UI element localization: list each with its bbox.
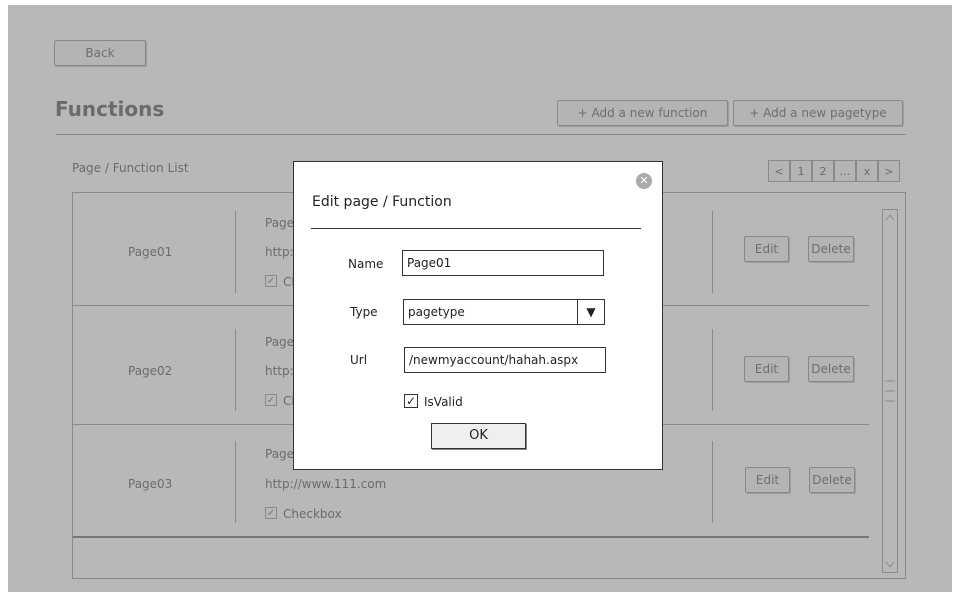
scroll-grip-icon — [885, 380, 895, 402]
row-url-text: http: — [265, 245, 294, 259]
row-page-text: Page — [265, 216, 295, 230]
pagination-prev[interactable]: < — [768, 160, 790, 182]
edit-dialog: ✕ Edit page / Function Name Page01 Type … — [293, 161, 663, 470]
pagination-ellipsis[interactable]: ... — [834, 160, 856, 182]
row-divider — [235, 211, 236, 293]
url-field[interactable]: /newmyaccount/hahah.aspx — [404, 347, 606, 373]
dialog-divider — [311, 228, 641, 229]
type-select-value: pagetype — [408, 305, 465, 319]
name-field[interactable]: Page01 — [402, 250, 604, 276]
ok-button[interactable]: OK — [431, 423, 526, 449]
page-title: Functions — [55, 97, 165, 121]
close-icon[interactable]: ✕ — [636, 173, 652, 189]
row-divider — [235, 329, 236, 411]
list-scrollbar[interactable] — [882, 209, 898, 573]
row-name: Page01 — [128, 245, 173, 259]
list-label: Page / Function List — [72, 161, 189, 175]
add-pagetype-button[interactable]: + Add a new pagetype — [733, 100, 903, 126]
pagination-next[interactable]: > — [878, 160, 900, 182]
edit-button[interactable]: Edit — [744, 356, 789, 382]
delete-button[interactable]: Delete — [808, 356, 854, 382]
row-name: Page03 — [128, 477, 173, 491]
row-url-text: http: — [265, 364, 294, 378]
scroll-down-icon — [885, 561, 895, 568]
name-label: Name — [348, 257, 384, 271]
row-page-text: Page — [265, 335, 295, 349]
pagination-last[interactable]: x — [856, 160, 878, 182]
delete-button[interactable]: Delete — [809, 467, 855, 493]
row-url-text: http://www.111.com — [265, 477, 387, 491]
chevron-down-icon[interactable]: ▼ — [577, 300, 604, 324]
edit-button[interactable]: Edit — [745, 467, 790, 493]
scroll-up-icon — [885, 214, 895, 221]
row-checkbox[interactable]: ✓ — [265, 507, 277, 519]
row-name: Page02 — [128, 364, 173, 378]
dialog-title: Edit page / Function — [312, 194, 452, 210]
row-checkbox[interactable]: ✓ — [265, 394, 277, 406]
type-select[interactable]: pagetype ▼ — [403, 299, 605, 325]
row-divider — [712, 211, 713, 293]
isvalid-label: IsValid — [424, 395, 463, 409]
isvalid-checkbox[interactable]: ✓ — [404, 394, 418, 408]
back-button[interactable]: Back — [54, 40, 146, 66]
edit-button[interactable]: Edit — [744, 236, 789, 262]
row-divider — [235, 441, 236, 523]
type-label: Type — [350, 305, 378, 319]
row-divider — [712, 441, 713, 523]
delete-button[interactable]: Delete — [808, 236, 854, 262]
header-divider — [56, 134, 906, 135]
pagination-page-1[interactable]: 1 — [790, 160, 812, 182]
row-divider — [712, 329, 713, 411]
row-page-text: Page — [265, 447, 295, 461]
row-checkbox[interactable]: ✓ — [265, 275, 277, 287]
add-function-button[interactable]: + Add a new function — [557, 100, 728, 126]
row-checkbox-label: Checkbox — [283, 507, 342, 521]
url-label: Url — [350, 353, 368, 367]
pagination-page-2[interactable]: 2 — [812, 160, 834, 182]
